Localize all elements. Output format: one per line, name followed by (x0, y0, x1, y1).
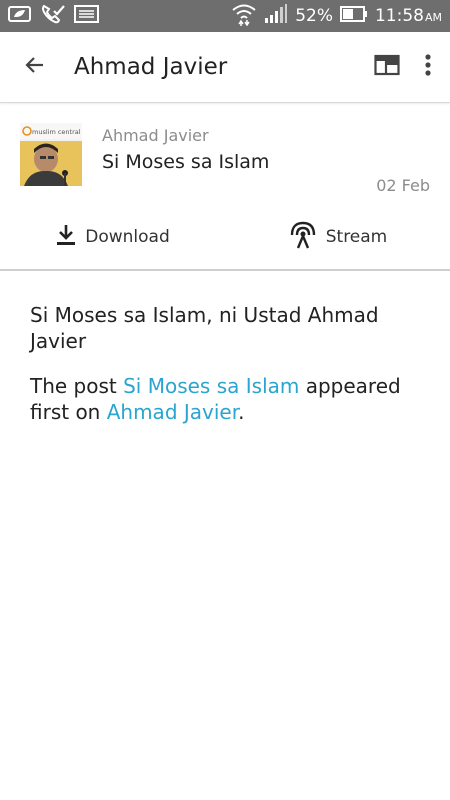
page-title: Ahmad Javier (74, 54, 228, 80)
download-button[interactable]: Download (0, 223, 225, 252)
thumbnail-logo-text: muslim central (32, 128, 81, 136)
leaf-icon (8, 4, 32, 29)
stream-button[interactable]: Stream (225, 221, 450, 254)
post-link[interactable]: Si Moses sa Islam (123, 374, 299, 398)
status-bar: 52% 11:58AM (0, 0, 450, 32)
back-button[interactable] (20, 52, 50, 82)
time-text: 11:58 (374, 6, 424, 26)
download-icon (55, 223, 77, 252)
web-view-icon (374, 54, 400, 80)
episode-author: Ahmad Javier (102, 126, 209, 145)
post-prefix: The post (30, 374, 124, 399)
episode-date: 02 Feb (376, 176, 430, 195)
download-label: Download (85, 227, 170, 247)
more-options-button[interactable] (424, 53, 432, 81)
post-suffix: . (238, 399, 245, 424)
app-bar: Ahmad Javier (0, 32, 450, 103)
ampm-text: AM (424, 11, 442, 24)
wifi-icon (231, 2, 257, 31)
keyboard-icon (74, 4, 100, 29)
description-line: Si Moses sa Islam, ni Ustad Ahmad Javier (30, 303, 379, 353)
episode-thumbnail: muslim central (20, 123, 82, 186)
stream-icon (288, 221, 318, 254)
stream-label: Stream (325, 227, 388, 247)
site-link[interactable]: Ahmad Javier (107, 400, 238, 424)
post-attribution: The post Si Moses sa Islam appeared firs… (30, 374, 430, 425)
battery-icon (339, 5, 368, 27)
signal-icon (264, 3, 288, 29)
more-vert-icon (424, 54, 432, 81)
back-arrow-icon (23, 53, 47, 81)
action-bar: Download Stream (0, 205, 450, 271)
battery-percent: 52% (295, 6, 333, 26)
episode-description: Si Moses sa Islam, ni Ustad Ahmad Javier… (0, 271, 450, 425)
web-view-button[interactable] (374, 54, 400, 80)
episode-header: muslim central Ahmad Javier Si Moses sa … (0, 103, 450, 205)
phone-check-icon (40, 3, 66, 30)
episode-title: Si Moses sa Islam (102, 151, 270, 173)
status-time: 11:58AM (375, 6, 442, 26)
